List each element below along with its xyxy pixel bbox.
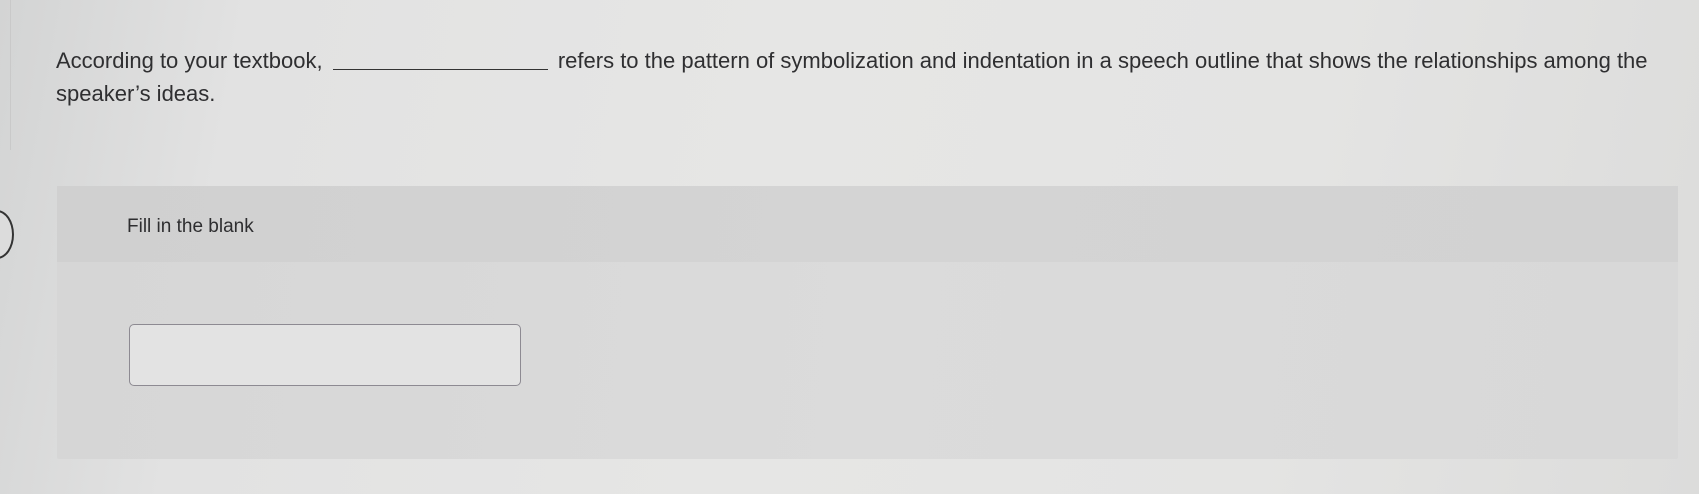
answer-panel-title: Fill in the blank: [127, 216, 254, 237]
question-blank-line: [332, 49, 548, 70]
left-panel-edge: [0, 0, 11, 150]
fill-in-blank-input[interactable]: [129, 324, 521, 386]
answer-panel: Fill in the blank: [57, 186, 1678, 459]
side-circle-button[interactable]: [0, 210, 14, 259]
answer-panel-header: Fill in the blank: [57, 186, 1678, 262]
question-text: According to your textbook, refers to th…: [56, 44, 1656, 110]
question-text-before-blank: According to your textbook,: [56, 48, 323, 73]
